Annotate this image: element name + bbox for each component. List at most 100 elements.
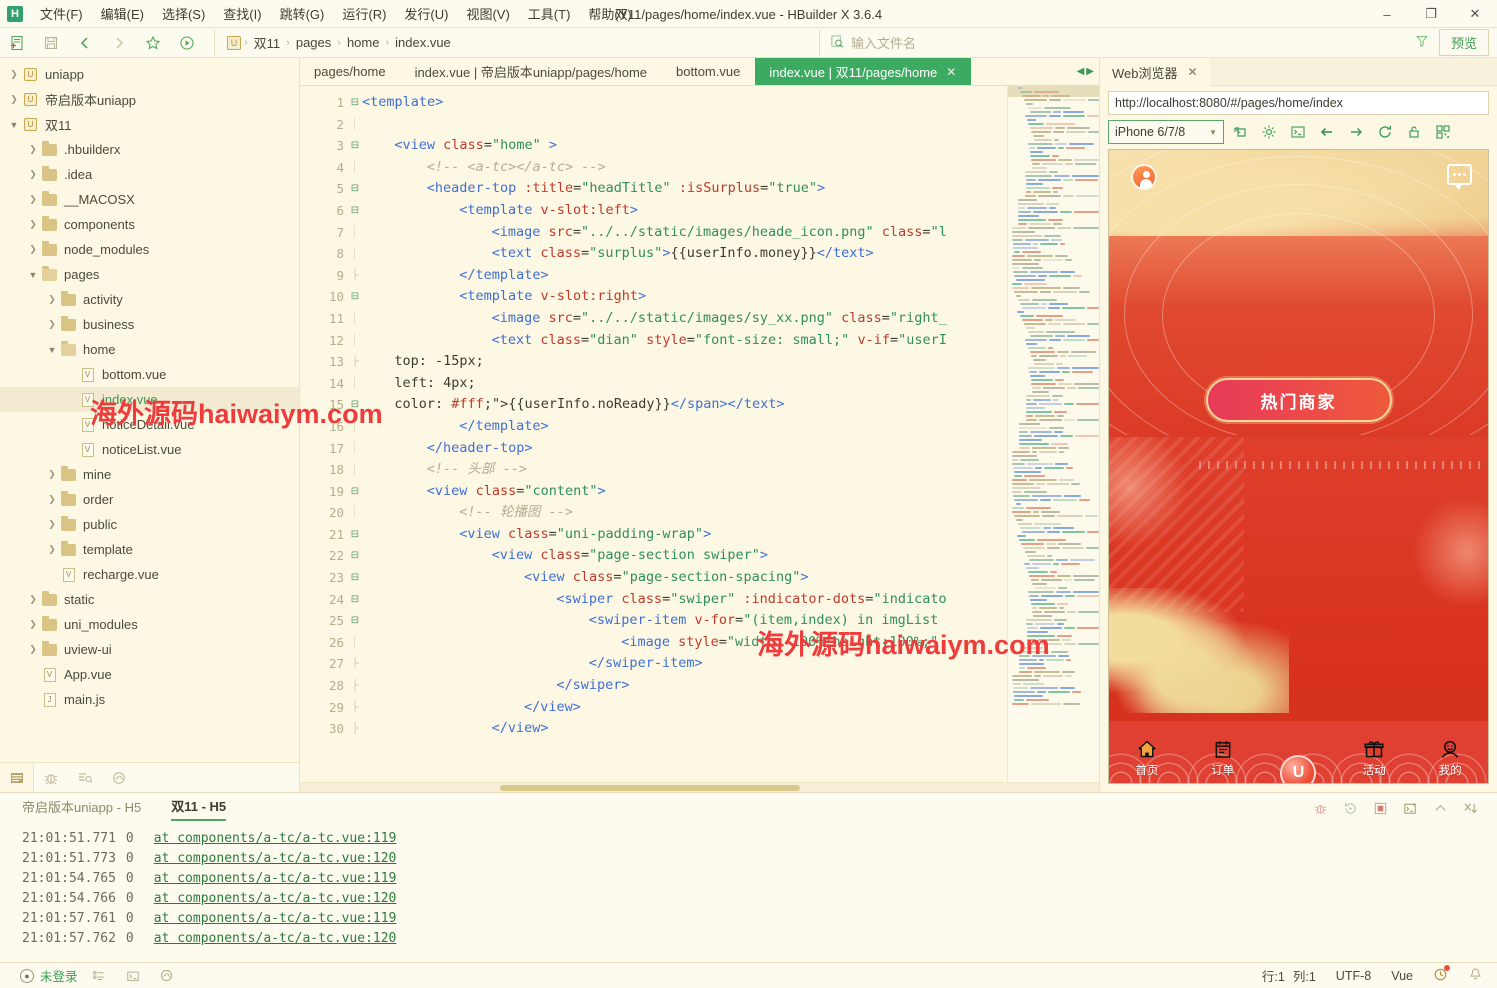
close-icon[interactable]: ✕ [1188,65,1198,79]
file-tree[interactable]: ❯Uuniapp❯U帝启版本uniapp▼U双11❯.hbuilderx❯.id… [0,58,299,762]
log-source-link[interactable]: at components/a-tc/a-tc.vue:119 [154,829,397,849]
code-line[interactable]: <!-- <a-tc></a-tc> --> [362,157,1007,179]
tabbar-item-activity[interactable]: 活动 [1336,734,1412,783]
code-line[interactable]: left: 4px; [362,373,1007,395]
save-icon[interactable] [34,30,68,56]
address-bar[interactable]: http://localhost:8080/#/pages/home/index [1108,91,1489,115]
tree-item[interactable]: Vrecharge.vue [0,562,299,587]
tree-item[interactable]: ❯U帝启版本uniapp [0,87,299,112]
device-preview[interactable]: 热门商家 [1108,149,1489,784]
menu-goto[interactable]: 跳转(G) [271,1,334,26]
tabbar-item-profile[interactable]: 我的 [1412,734,1488,783]
history-icon[interactable] [1433,967,1448,985]
fold-marker-icon[interactable]: ⊟ [348,394,362,416]
tab-nav-arrows[interactable]: ◀▶ [1072,58,1099,85]
back-icon[interactable] [1313,120,1340,144]
log-source-link[interactable]: at components/a-tc/a-tc.vue:120 [154,849,397,869]
code-line[interactable]: <view class="page-section-spacing"> [362,567,1007,589]
run-icon[interactable] [170,30,204,56]
fold-gutter[interactable]: ⊟│⊟│⊟⊟││├⊟││├│⊟│││⊟│⊟⊟⊟⊟⊟│├├├├ [348,86,362,782]
chevron-right-icon[interactable]: ❯ [6,69,22,80]
fold-marker-icon[interactable]: ⊟ [348,524,362,546]
code-line[interactable]: <view class="content"> [362,481,1007,503]
code-line[interactable]: <view class="home" > [362,135,1007,157]
log-source-link[interactable]: at components/a-tc/a-tc.vue:119 [154,909,397,929]
hot-merchants-button[interactable]: 热门商家 [1206,378,1392,422]
terminal-icon[interactable] [120,966,146,986]
fold-marker-icon[interactable]: ⊟ [348,178,362,200]
clear-icon[interactable] [1457,796,1483,820]
debug-icon[interactable] [34,763,68,793]
collapse-icon[interactable] [1427,796,1453,820]
lock-icon[interactable] [1400,120,1427,144]
menu-publish[interactable]: 发行(U) [395,1,457,26]
fold-marker-icon[interactable]: ⊟ [348,589,362,611]
forward-icon[interactable] [1342,120,1369,144]
chevron-right-icon[interactable]: ❯ [25,644,41,655]
editor-tab[interactable]: pages/home [300,58,401,85]
code-line[interactable]: </swiper-item> [362,653,1007,675]
chevron-right-icon[interactable]: ❯ [25,594,41,605]
code-line[interactable]: top: -15px; [362,351,1007,373]
chevron-right-icon[interactable]: ❯ [44,469,60,480]
code-minimap[interactable] [1007,86,1099,782]
code-line[interactable]: <swiper-item v-for="(item,index) in imgL… [362,610,1007,632]
tree-item[interactable]: VApp.vue [0,662,299,687]
log-source-link[interactable]: at components/a-tc/a-tc.vue:119 [154,869,397,889]
console-icon[interactable] [1284,120,1311,144]
new-terminal-icon[interactable] [1397,796,1423,820]
cloud-icon[interactable] [154,966,180,986]
file-search-box[interactable]: 输入文件名 [819,30,1439,56]
tree-item[interactable]: ❯template [0,537,299,562]
tree-item[interactable]: ❯public [0,512,299,537]
list-icon[interactable] [86,966,112,986]
log-source-link[interactable]: at components/a-tc/a-tc.vue:120 [154,929,397,949]
chevron-right-icon[interactable]: ❯ [25,244,41,255]
code-line[interactable]: <!-- 轮播图 --> [362,502,1007,524]
code-line[interactable]: <!-- 头部 --> [362,459,1007,481]
fold-end-icon[interactable]: ├ [348,351,362,373]
rerun-icon[interactable] [1337,796,1363,820]
menu-select[interactable]: 选择(S) [153,1,214,26]
tree-item[interactable]: ❯.hbuilderx [0,137,299,162]
tree-item[interactable]: ❯uview-ui [0,637,299,662]
chevron-right-icon[interactable]: ❯ [44,294,60,305]
browser-tab[interactable]: Web浏览器 ✕ [1100,58,1210,86]
code-editor[interactable]: 1234567891011121314151617181920212223242… [300,86,1099,782]
chevron-right-icon[interactable]: ❯ [44,319,60,330]
fold-marker-icon[interactable]: ⊟ [348,545,362,567]
fold-marker-icon[interactable]: ⊟ [348,567,362,589]
chat-icon[interactable] [1447,164,1472,185]
code-line[interactable]: <image src="../../static/images/heade_ic… [362,222,1007,244]
chevron-right-icon[interactable]: ❯ [44,519,60,530]
tree-item[interactable]: ❯activity [0,287,299,312]
chevron-right-icon[interactable]: ❯ [25,144,41,155]
chevron-down-icon[interactable]: ▼ [6,120,22,130]
outline-icon[interactable] [68,763,102,793]
chevron-right-icon[interactable]: ❯ [25,169,41,180]
language-label[interactable]: Vue [1391,969,1413,983]
tree-item[interactable]: Jmain.js [0,687,299,712]
tabbar-item-order[interactable]: 订单 [1185,734,1261,783]
breadcrumb-item-home[interactable]: home [344,34,383,51]
code-line[interactable]: <image style="width: 100%;height:100%;" [362,632,1007,654]
code-line[interactable]: <header-top :title="headTitle" :isSurplu… [362,178,1007,200]
code-line[interactable]: <swiper class="swiper" :indicator-dots="… [362,589,1007,611]
tree-item[interactable]: ❯components [0,212,299,237]
editor-tab-bar[interactable]: pages/homeindex.vue | 帝启版本uniapp/pages/h… [300,58,1099,86]
fold-end-icon[interactable]: ├ [348,675,362,697]
code-line[interactable]: </header-top> [362,438,1007,460]
menu-tools[interactable]: 工具(T) [519,1,580,26]
chevron-right-icon[interactable]: ❯ [44,494,60,505]
close-icon[interactable]: ✕ [946,65,956,79]
fold-marker-icon[interactable]: ⊟ [348,610,362,632]
tree-item[interactable]: Vindex.vue [0,387,299,412]
editor-tab[interactable]: index.vue | 双11/pages/home✕ [755,58,971,85]
cloud-icon[interactable] [102,763,136,793]
tabbar-item-merchant[interactable]: U 商家 [1261,762,1337,783]
tree-item[interactable]: ▼pages [0,262,299,287]
project-manager-icon[interactable] [0,763,34,793]
merchant-icon[interactable]: U [1280,755,1316,783]
fold-end-icon[interactable]: ├ [348,265,362,287]
code-line[interactable]: </template> [362,265,1007,287]
